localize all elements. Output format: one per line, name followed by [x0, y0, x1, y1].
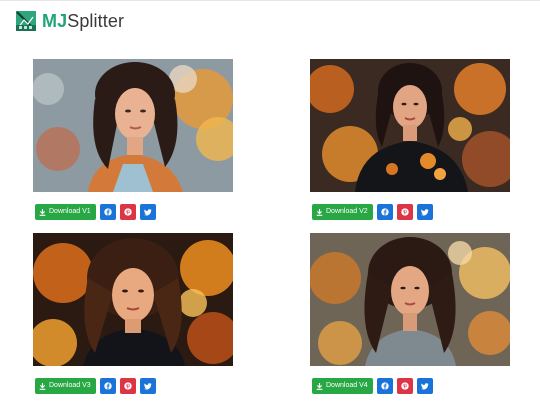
pinterest-icon — [123, 208, 132, 216]
download-icon — [316, 208, 323, 216]
download-label: Download V2 — [326, 208, 368, 215]
action-buttons-v1: Download V1 — [35, 204, 156, 220]
facebook-icon — [380, 382, 389, 390]
facebook-share-button-v4[interactable] — [376, 378, 393, 394]
facebook-share-button-v2[interactable] — [376, 204, 393, 220]
twitter-icon — [420, 209, 429, 216]
pinterest-icon — [400, 208, 409, 216]
image-preview-v1[interactable] — [33, 59, 233, 192]
download-button-v3[interactable]: Download V3 — [35, 378, 96, 394]
download-button-v2[interactable]: Download V2 — [312, 204, 373, 220]
twitter-share-button-v4[interactable] — [416, 378, 433, 394]
download-icon — [39, 208, 46, 216]
pinterest-share-button-v4[interactable] — [396, 378, 413, 394]
brand-suffix: Splitter — [67, 11, 125, 31]
download-label: Download V3 — [49, 382, 91, 389]
image-preview-v2[interactable] — [310, 59, 510, 192]
image-card-v1: Download V1 — [33, 59, 233, 221]
twitter-icon — [420, 383, 429, 390]
facebook-icon — [103, 382, 112, 390]
action-buttons-v2: Download V2 — [312, 204, 433, 220]
brand-prefix: MJ — [42, 11, 68, 31]
pinterest-share-button-v3[interactable] — [119, 378, 136, 394]
twitter-share-button-v3[interactable] — [139, 378, 156, 394]
brand-name[interactable]: MJSplitter — [42, 10, 124, 32]
logo-icon[interactable] — [14, 8, 38, 34]
facebook-share-button-v1[interactable] — [99, 204, 116, 220]
download-label: Download V4 — [326, 382, 368, 389]
twitter-share-button-v1[interactable] — [139, 204, 156, 220]
download-button-v4[interactable]: Download V4 — [312, 378, 373, 394]
download-icon — [316, 382, 323, 390]
download-label: Download V1 — [49, 208, 91, 215]
site-header: MJSplitter — [0, 1, 540, 41]
image-card-v4: Download V4 — [310, 233, 510, 395]
pinterest-share-button-v1[interactable] — [119, 204, 136, 220]
facebook-icon — [380, 208, 389, 216]
twitter-share-button-v2[interactable] — [416, 204, 433, 220]
facebook-share-button-v3[interactable] — [99, 378, 116, 394]
pinterest-icon — [123, 382, 132, 390]
action-buttons-v4: Download V4 — [312, 378, 433, 394]
action-buttons-v3: Download V3 — [35, 378, 156, 394]
image-card-v3: Download V3 — [33, 233, 233, 395]
download-icon — [39, 382, 46, 390]
image-card-v2: Download V2 — [310, 59, 510, 221]
twitter-icon — [143, 209, 152, 216]
image-preview-v3[interactable] — [33, 233, 233, 366]
twitter-icon — [143, 383, 152, 390]
download-button-v1[interactable]: Download V1 — [35, 204, 96, 220]
image-preview-v4[interactable] — [310, 233, 510, 366]
pinterest-share-button-v2[interactable] — [396, 204, 413, 220]
pinterest-icon — [400, 382, 409, 390]
facebook-icon — [103, 208, 112, 216]
